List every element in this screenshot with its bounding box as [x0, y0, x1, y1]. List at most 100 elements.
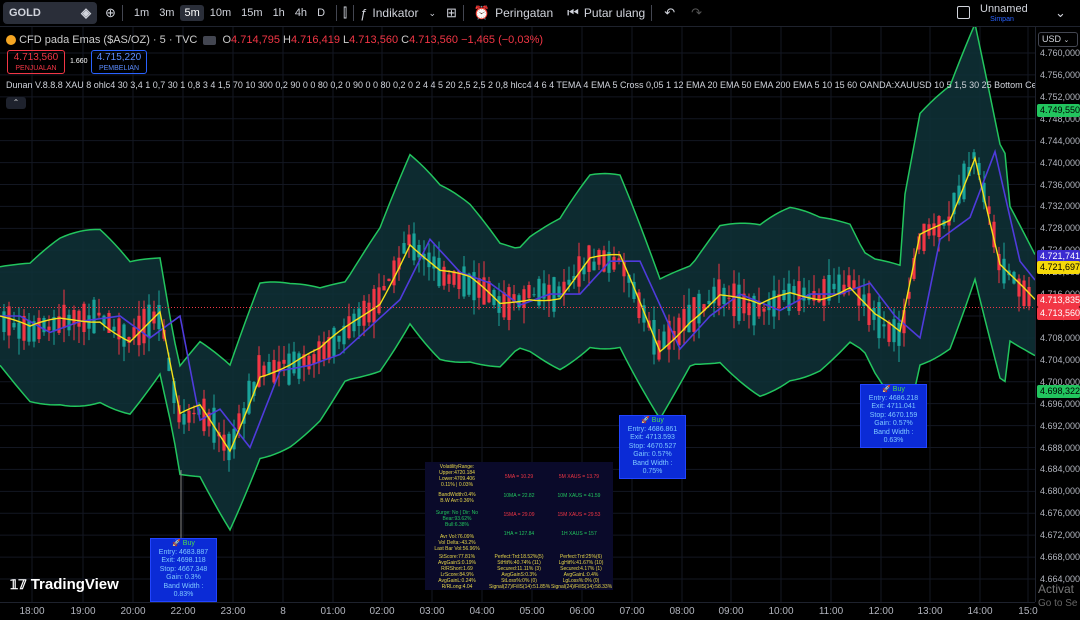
replay-button[interactable]: ⏮ Putar ulang — [567, 5, 645, 21]
candle-body — [887, 321, 891, 342]
open-value: 4.714,795 — [231, 34, 280, 46]
timeframe-D[interactable]: D — [313, 5, 329, 21]
add-symbol-icon[interactable]: ⊕ — [105, 5, 116, 21]
timeframe-5m[interactable]: 5m — [180, 5, 204, 21]
candle-body — [307, 355, 311, 370]
divider — [353, 5, 355, 21]
signal-title: 🚀 Buy — [172, 540, 195, 547]
buy-signal-box: 🚀 Buy Entry: 4686.861 Exit: 4713.593 Stop: … — [619, 415, 686, 479]
divider — [651, 5, 653, 21]
candle-body — [727, 297, 731, 299]
candle-body — [772, 290, 776, 317]
price-tick: 4.676,000 — [1040, 508, 1080, 519]
ma-cell: 15M XAUS = 29.53 — [557, 512, 601, 518]
indicator-button[interactable]: ƒ Indikator ⌄ — [360, 6, 436, 21]
candle-body — [527, 285, 531, 299]
timeframe-3m[interactable]: 3m — [155, 5, 178, 21]
time-tick: 06:00 — [569, 606, 595, 617]
visibility-toggle-icon[interactable] — [203, 35, 217, 45]
stats-cell: R/RLong:4.04 — [441, 584, 473, 590]
price-tick: 4.756,000 — [1040, 69, 1080, 80]
candle-body — [697, 293, 701, 324]
candle-body — [182, 413, 186, 425]
divider — [336, 5, 338, 21]
layout-checkbox-icon[interactable] — [957, 6, 970, 19]
candle-body — [317, 341, 321, 362]
price-tick: 4.744,000 — [1040, 135, 1080, 146]
candle-body — [662, 331, 666, 349]
stats-cell: Last Bar Vol:56.96% — [434, 546, 480, 552]
layout-grid-icon[interactable]: ⊞ — [446, 5, 457, 21]
redo-icon[interactable]: ↷ — [691, 5, 702, 21]
candle-body — [822, 279, 826, 306]
candle-body — [557, 286, 561, 298]
stats-cell: 0.11% | 0.03% — [440, 482, 474, 488]
chevron-down-icon[interactable]: ⌄ — [1055, 5, 1066, 21]
layout-name[interactable]: Unnamed Simpan — [980, 3, 1028, 24]
timeframe-1h[interactable]: 1h — [269, 5, 289, 21]
currency-selector[interactable]: USD ⌄ — [1038, 32, 1078, 47]
indicator-legend[interactable]: Dunan V.8.8.8 XAU 8 ohlc4 30 3,4 1 0,7 3… — [6, 80, 1052, 90]
chevron-down-icon[interactable]: ⌄ — [428, 8, 436, 19]
indicator-icon: ƒ — [360, 5, 368, 21]
candle-body — [932, 223, 936, 236]
change-value: −1,465 (−0,03%) — [461, 34, 544, 46]
candle-body — [122, 324, 126, 347]
candle-body — [922, 223, 926, 252]
candle-body — [882, 324, 886, 327]
candle-body — [377, 287, 381, 314]
sell-button[interactable]: 4.713,560 PENJUALAN — [7, 50, 65, 74]
price-tick: 4.740,000 — [1040, 157, 1080, 168]
timeframe-10m[interactable]: 10m — [206, 5, 235, 21]
sell-label: PENJUALAN — [15, 65, 57, 72]
symbol-legend: CFD pada Emas ($AS/OZ) · 5 · TVC O4.714,… — [6, 34, 543, 46]
stats-volatility: VolatilityRange: Upper:4720.184 Lower:4709… — [427, 464, 487, 488]
stats-table: VolatilityRange: Upper:4720.184 Lower:4709… — [425, 462, 613, 590]
candle-body — [547, 284, 551, 302]
price-tick: 4.752,000 — [1040, 91, 1080, 102]
undo-icon[interactable]: ↶ — [664, 5, 675, 21]
candle-body — [592, 261, 596, 271]
activate-watermark-sub: Go to Se — [1038, 598, 1078, 609]
candle-body — [692, 297, 696, 332]
candle-body — [187, 410, 191, 423]
stats-perf2: Perfect:Trd:25%(6) LgHit%:41.67% (10) Secu… — [551, 554, 612, 590]
candle-body — [537, 278, 541, 306]
timeframe-4h[interactable]: 4h — [291, 5, 311, 21]
signal-gain: Gain: 0.3% — [166, 574, 201, 581]
time-tick: 18:00 — [19, 606, 45, 617]
price-tag: 4.698,322 — [1037, 384, 1080, 398]
candle-body — [687, 304, 691, 333]
candle-body — [567, 279, 571, 285]
stats-score: StScore:77.81% AvgGainS:0.19% R/RShort:1.6… — [427, 554, 487, 590]
symbol-search[interactable]: GOLD ◈ — [3, 2, 97, 24]
top-toolbar: GOLD ◈ ⊕ 1m 3m 5m 10m 15m 1h 4h D ⫿ ƒ Indikator… — [0, 0, 1080, 27]
timeframe-1m[interactable]: 1m — [130, 5, 153, 21]
time-tick: 12:00 — [868, 606, 894, 617]
spread-value: 1.660 — [70, 58, 88, 65]
collapse-legend-icon[interactable]: ⌃ — [6, 97, 26, 109]
candle-body — [7, 306, 11, 336]
eye-icon[interactable]: ◈ — [81, 5, 91, 21]
candle-body — [387, 278, 391, 282]
candle-body — [462, 266, 466, 297]
time-axis[interactable]: 18:00 19:00 20:00 22:00 23:00 8 01:00 02:00 03:0… — [0, 602, 1038, 620]
signal-entry: Entry: 4686.861 — [627, 425, 678, 433]
candle-body — [962, 163, 966, 200]
candle-body — [97, 312, 101, 316]
candle-body — [112, 326, 116, 332]
candles-icon[interactable]: ⫿ — [343, 5, 347, 21]
time-tick: 20:00 — [120, 606, 146, 617]
close-value: 4.713,560 — [409, 34, 459, 46]
price-axis[interactable]: USD ⌄ 4.760,000 4.756,000 4.752,000 4.748,0… — [1035, 27, 1080, 602]
candle-body — [852, 280, 856, 289]
signal-title: 🚀 Buy — [882, 386, 905, 393]
candle-body — [347, 316, 351, 339]
candle-body — [282, 359, 286, 364]
candle-body — [382, 285, 386, 291]
timeframe-15m[interactable]: 15m — [237, 5, 266, 21]
candle-body — [442, 266, 446, 286]
buy-button[interactable]: 4.715,220 PEMBELIAN — [91, 50, 147, 74]
signal-exit: Exit: 4698.118 — [161, 557, 206, 564]
alert-button[interactable]: ⏰ Peringatan — [474, 5, 553, 21]
